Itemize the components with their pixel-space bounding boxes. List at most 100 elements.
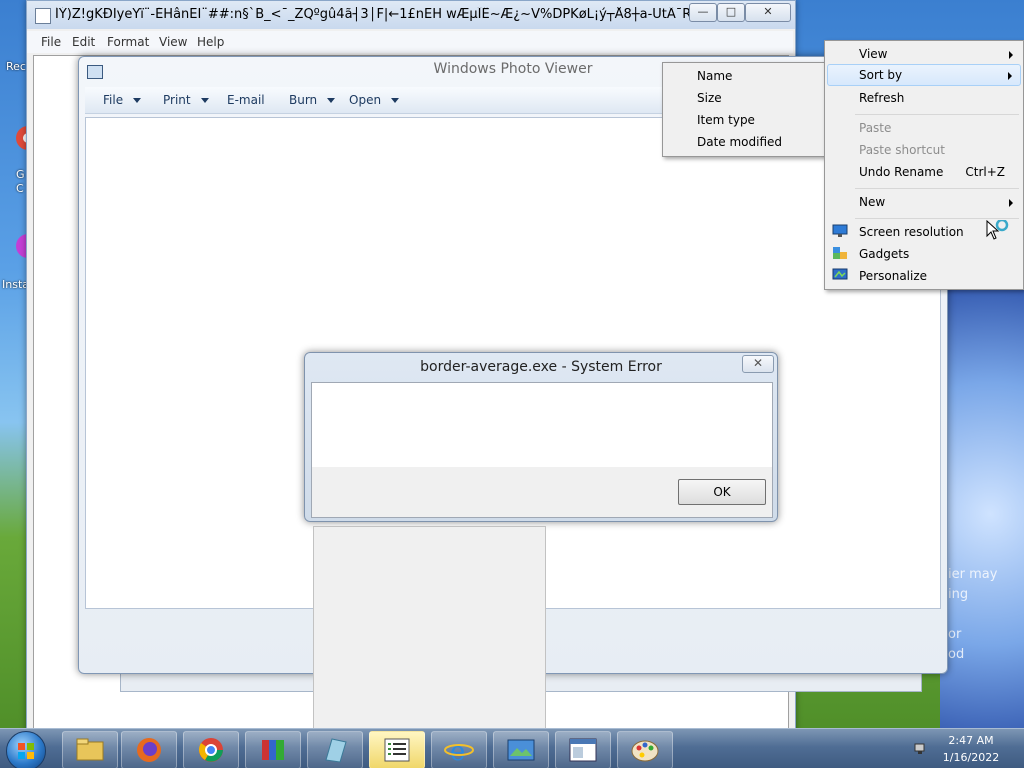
busy-cursor-icon <box>986 220 1009 240</box>
monitor-icon <box>832 224 848 237</box>
ie-icon: e <box>444 737 474 764</box>
toolbar-open-menu[interactable]: Open <box>349 93 400 107</box>
clock-time: 2:47 AM <box>948 734 994 747</box>
context-menu-gadgets[interactable]: Gadgets <box>827 243 1021 265</box>
taskbar-firefox-button[interactable] <box>121 731 177 768</box>
notepad-menubar: File Edit Format View Help <box>27 31 793 53</box>
notebook-icon <box>325 738 347 763</box>
taskbar-chrome-button[interactable] <box>183 731 239 768</box>
archive-icon <box>262 740 284 760</box>
taskbar-archive-button[interactable] <box>245 731 301 768</box>
network-icon[interactable] <box>914 741 928 755</box>
photo-viewer-title-text: Windows Photo Viewer <box>433 61 593 77</box>
context-menu-sort-by[interactable]: Sort by <box>827 64 1021 86</box>
toolbar-email-button[interactable]: E-mail <box>227 93 265 107</box>
gadgets-icon <box>833 247 847 259</box>
menu-edit[interactable]: Edit <box>72 35 95 49</box>
menu-item-label: Personalize <box>859 269 928 283</box>
context-menu-undo-rename[interactable]: Undo Rename Ctrl+Z <box>827 161 1021 183</box>
system-error-dialog[interactable]: border-average.exe - System Error ✕ OK <box>304 352 778 522</box>
desktop[interactable]: ier may ing or od Rec G C Insta ÍÝ)Z!gKÐ… <box>0 0 1024 768</box>
chrome-icon <box>199 738 223 762</box>
start-button[interactable] <box>6 731 46 768</box>
notepad-title: ÍÝ)Z!gKÐIyeYï¨-ÉHânËÏ¨##:n§`B_<¯_ZQºgû4ã… <box>55 7 695 22</box>
firefox-icon <box>137 738 161 762</box>
context-menu-personalize[interactable]: Personalize <box>827 265 1021 287</box>
desktop-icon-label: Rec <box>6 60 26 73</box>
wallpaper-text-line: ing <box>948 587 969 602</box>
sort-by-submenu: Name Size Item type Date modified <box>662 62 826 157</box>
toolbar-open-label: Open <box>349 93 382 107</box>
chevron-down-icon <box>133 98 142 103</box>
taskbar-explorer-button[interactable] <box>62 731 118 768</box>
dialog-message-area <box>312 383 772 467</box>
taskbar-notepad-button[interactable] <box>369 731 425 768</box>
desktop-icon-label: G <box>16 168 25 181</box>
menu-view[interactable]: View <box>159 35 187 49</box>
notepad-titlebar[interactable]: ÍÝ)Z!gKÐIyeYï¨-ÉHânËÏ¨##:n§`B_<¯_ZQºgû4ã… <box>27 1 795 29</box>
wallpaper-text-line: od <box>948 647 965 662</box>
chevron-down-icon <box>391 98 400 103</box>
window-icon <box>569 738 597 762</box>
dialog-title: border-average.exe - System Error <box>420 359 662 375</box>
submenu-arrow-icon <box>1009 51 1013 59</box>
minimize-button[interactable]: — <box>689 3 717 22</box>
sort-by-item-type[interactable]: Item type <box>697 113 755 127</box>
taskbar-paint-button[interactable] <box>617 731 673 768</box>
chevron-down-icon <box>327 98 336 103</box>
dialog-close-button[interactable]: ✕ <box>742 355 774 373</box>
menu-item-label: Undo Rename <box>859 165 944 179</box>
wallpaper-text-line: ier may <box>948 567 998 582</box>
taskbar-photo-viewer-button[interactable] <box>493 731 549 768</box>
context-menu-paste: Paste <box>827 117 1021 139</box>
toolbar-burn-menu[interactable]: Burn <box>289 93 336 107</box>
menu-item-shortcut: Ctrl+Z <box>965 165 1005 179</box>
sort-by-size[interactable]: Size <box>697 91 722 105</box>
context-menu-new[interactable]: New <box>827 191 1021 213</box>
menu-item-label: View <box>859 47 888 61</box>
taskbar-notebook-button[interactable] <box>307 731 363 768</box>
personalize-icon <box>832 268 848 280</box>
menu-item-label: Screen resolution <box>859 225 964 239</box>
toolbar-burn-label: Burn <box>289 93 318 107</box>
desktop-icon-label: C <box>16 182 24 195</box>
wallpaper-text: ier may ing or od <box>948 565 1024 665</box>
menu-separator <box>855 218 1019 219</box>
menu-format[interactable]: Format <box>107 35 149 49</box>
menu-file[interactable]: File <box>41 35 61 49</box>
blank-popup-panel <box>313 526 546 734</box>
system-clock[interactable]: 2:47 AM 1/16/2022 <box>936 732 1006 766</box>
menu-separator <box>855 114 1019 115</box>
toolbar-print-menu[interactable]: Print <box>163 93 209 107</box>
taskbar-ie-button[interactable]: e <box>431 731 487 768</box>
taskbar: e 2:47 AM 1/16/2022 <box>0 728 1024 768</box>
toolbar-print-label: Print <box>163 93 191 107</box>
toolbar-file-label: File <box>103 93 124 107</box>
wallpaper-text-line: or <box>948 627 962 642</box>
sort-by-name[interactable]: Name <box>697 69 732 83</box>
context-menu-refresh[interactable]: Refresh <box>827 87 1021 109</box>
submenu-arrow-icon <box>1009 199 1013 207</box>
menu-item-label: Sort by <box>859 68 903 82</box>
menu-item-label: New <box>859 195 886 209</box>
notepad-icon <box>35 8 51 24</box>
clock-date: 1/16/2022 <box>942 751 1000 764</box>
list-icon <box>384 738 410 762</box>
menu-help[interactable]: Help <box>197 35 224 49</box>
svg-text:e: e <box>450 737 465 764</box>
taskbar-window-button[interactable] <box>555 731 611 768</box>
photo-icon <box>507 739 535 761</box>
paint-icon <box>631 740 659 762</box>
chevron-down-icon <box>200 98 209 103</box>
maximize-button[interactable]: □ <box>717 3 745 22</box>
ok-button[interactable]: OK <box>678 479 766 505</box>
folder-icon <box>76 738 104 761</box>
submenu-arrow-icon <box>1008 72 1012 80</box>
menu-item-label: Paste <box>859 121 892 135</box>
toolbar-file-menu[interactable]: File <box>103 93 142 107</box>
desktop-context-menu: View Sort by Refresh Paste Paste shortcu… <box>824 40 1024 290</box>
context-menu-view[interactable]: View <box>827 43 1021 65</box>
close-button[interactable]: ✕ <box>745 3 791 22</box>
menu-item-label: Paste shortcut <box>859 143 945 157</box>
sort-by-date-modified[interactable]: Date modified <box>697 135 782 149</box>
